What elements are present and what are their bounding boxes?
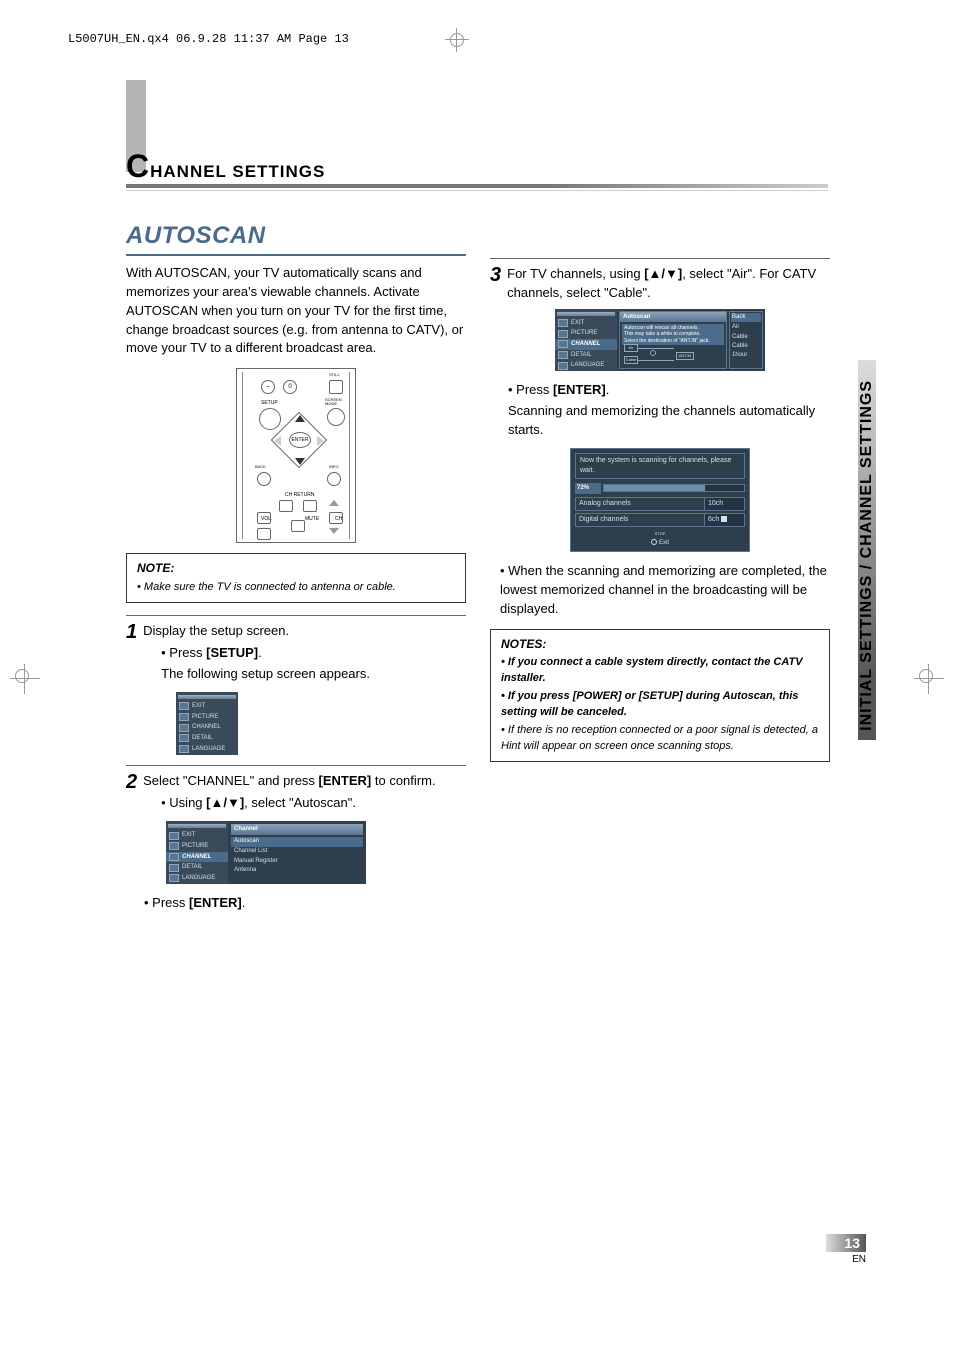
side-section-label: INITIAL SETTINGS / CHANNEL SETTINGS	[858, 380, 876, 731]
channel-icon	[169, 853, 179, 861]
picture-icon	[169, 842, 179, 850]
remote-rect-button	[279, 500, 293, 512]
remote-zero-button: 0	[283, 380, 297, 394]
detail-icon	[169, 864, 179, 872]
crop-mark-right	[914, 664, 944, 694]
page-number: 13 EN	[826, 1234, 866, 1265]
setup-label: SETUP	[261, 400, 278, 407]
note-heading: NOTE:	[137, 560, 455, 577]
channel-icon	[558, 340, 568, 348]
exit-icon	[179, 702, 189, 710]
language-icon	[558, 362, 568, 370]
step-3: 3 For TV channels, using [▲/▼], select "…	[490, 265, 830, 303]
detail-icon	[179, 734, 189, 742]
osd-channel-menu: EXIT PICTURE CHANNEL DETAIL LANGUAGE Cha…	[166, 821, 366, 883]
remote-back-button	[257, 472, 271, 486]
exit-icon	[558, 319, 568, 327]
remote-screen-button	[327, 408, 345, 426]
crop-mark-left	[10, 664, 40, 694]
press-enter-scan: • Press [ENTER]. Scanning and memorizing…	[490, 381, 830, 440]
channel-icon	[179, 724, 189, 732]
remote-dash-button: –	[261, 380, 275, 394]
remote-rect-button	[303, 500, 317, 512]
print-header: L5007UH_EN.qx4 06.9.28 11:37 AM Page 13	[68, 32, 349, 46]
osd-main-menu: EXIT PICTURE CHANNEL DETAIL LANGUAGE	[176, 692, 238, 754]
remote-ch-down	[329, 528, 339, 534]
progress-fill	[604, 485, 705, 491]
remote-info-button	[327, 472, 341, 486]
picture-icon	[179, 713, 189, 721]
language-icon	[169, 874, 179, 882]
section-underline	[126, 254, 466, 256]
remote-ch-up	[329, 500, 339, 506]
detail-icon	[558, 351, 568, 359]
chapter-underline	[126, 184, 828, 188]
remote-diagram: – 0 STILL SETUP SCREEN MODE ENTER BACK I…	[236, 368, 356, 543]
language-icon	[179, 745, 189, 753]
note-box-1: NOTE: • Make sure the TV is connected to…	[126, 553, 466, 602]
step-1: 1 Display the setup screen. • Press [SET…	[126, 622, 466, 685]
step-2: 2 Select "CHANNEL" and press [ENTER] to …	[126, 772, 466, 814]
exit-dot-icon	[651, 539, 657, 545]
notes-heading: NOTES:	[501, 636, 819, 653]
completion-text: • When the scanning and memorizing are c…	[490, 562, 830, 619]
exit-icon	[169, 832, 179, 840]
chapter-title: CHANNEL SETTINGS	[126, 148, 325, 185]
step-2-enter: • Press [ENTER].	[126, 894, 466, 913]
intro-paragraph: With AUTOSCAN, your TV automatically sca…	[126, 264, 466, 358]
picture-icon	[558, 330, 568, 338]
stop-icon	[721, 516, 727, 522]
remote-still-button	[329, 380, 343, 394]
osd-autoscan-screen: EXIT PICTURE CHANNEL DETAIL LANGUAGE Aut…	[555, 309, 765, 371]
section-title: AUTOSCAN	[126, 222, 266, 250]
osd-scanning-progress: Now the system is scanning for channels,…	[570, 448, 750, 553]
remote-dpad: ENTER	[271, 412, 327, 468]
notes-box-2: NOTES: • If you connect a cable system d…	[490, 629, 830, 762]
note-body: • Make sure the TV is connected to anten…	[137, 580, 455, 596]
crop-mark-top	[445, 28, 469, 52]
